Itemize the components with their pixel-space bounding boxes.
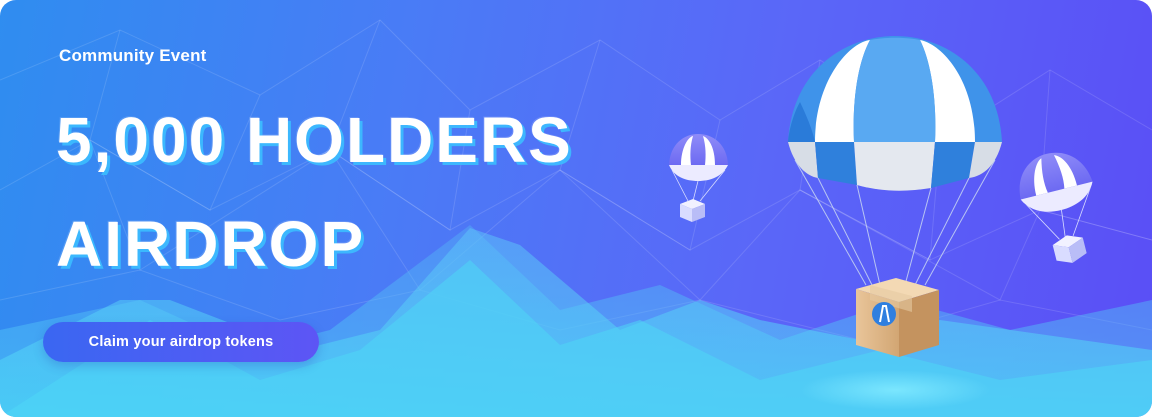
main-parachute-icon — [788, 36, 1002, 286]
parachute-illustration — [669, 36, 1093, 357]
small-parachute-right-icon — [1019, 152, 1093, 263]
package-box-icon — [856, 278, 939, 357]
airdrop-banner: Community Event 5,000 HOLDERS AIRDROP Cl… — [0, 0, 1152, 417]
small-parachute-left-icon — [669, 134, 728, 222]
